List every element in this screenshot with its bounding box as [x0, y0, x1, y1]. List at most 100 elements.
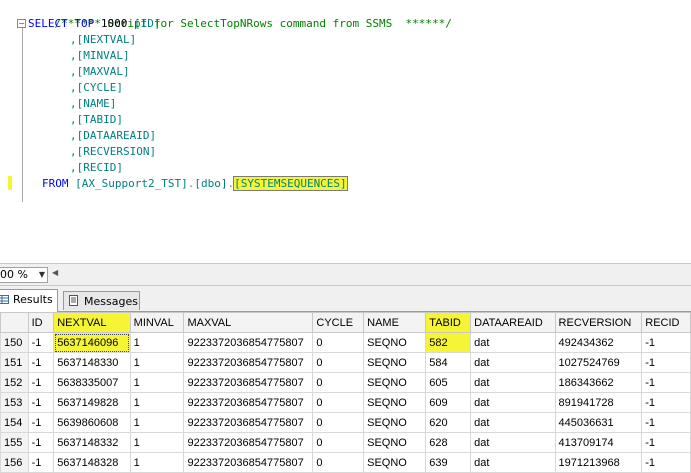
table-cell-recid[interactable]: -1: [641, 432, 691, 453]
table-row[interactable]: 154 -1 5639860608 1 9223372036854775807 0 SEQN…: [0, 412, 691, 433]
table-cell-nextval[interactable]: 5639860608: [53, 412, 131, 433]
table-cell-recversion[interactable]: 413709174: [554, 432, 643, 453]
table-cell-id[interactable]: -1: [27, 392, 55, 413]
table-cell-recid[interactable]: -1: [641, 392, 691, 413]
table-cell-recid[interactable]: -1: [641, 412, 691, 433]
table-cell-id[interactable]: -1: [27, 412, 55, 433]
table-cell-dataareaid[interactable]: dat: [470, 432, 556, 453]
table-cell-name[interactable]: SEQNO: [363, 372, 427, 393]
table-cell-nextval[interactable]: 5637148330: [53, 352, 131, 373]
row-number[interactable]: 151: [0, 352, 29, 373]
table-cell-tabid[interactable]: 609: [425, 392, 472, 413]
table-cell-minval[interactable]: 1: [129, 392, 185, 413]
tab-results[interactable]: Results: [0, 289, 58, 312]
tab-messages[interactable]: Messages: [63, 291, 140, 310]
table-cell-tabid[interactable]: 582: [425, 332, 472, 353]
table-cell-nextval[interactable]: 5638335007: [53, 372, 131, 393]
table-cell-dataareaid[interactable]: dat: [470, 372, 556, 393]
table-cell-cycle[interactable]: 0: [312, 372, 365, 393]
zoom-bar: 00 % ▼ ◀: [0, 263, 691, 286]
table-cell-nextval[interactable]: 5637149828: [53, 392, 131, 413]
table-cell-cycle[interactable]: 0: [312, 352, 365, 373]
table-cell-recversion[interactable]: 891941728: [554, 392, 643, 413]
table-cell-minval[interactable]: 1: [129, 372, 185, 393]
collapse-toggle-icon[interactable]: −: [17, 19, 26, 28]
table-cell-tabid[interactable]: 605: [425, 372, 472, 393]
scroll-left-arrow-icon[interactable]: ◀: [52, 268, 58, 277]
sql-editor[interactable]: − /****** Script for SelectTopNRows comm…: [0, 0, 691, 263]
table-row[interactable]: 152 -1 5638335007 1 9223372036854775807 0 SEQN…: [0, 372, 691, 393]
table-cell-minval[interactable]: 1: [129, 432, 185, 453]
row-number[interactable]: 154: [0, 412, 29, 433]
row-number[interactable]: 150: [0, 332, 29, 353]
table-cell-minval[interactable]: 1: [129, 352, 185, 373]
table-cell-tabid[interactable]: 584: [425, 352, 472, 373]
table-cell-name[interactable]: SEQNO: [363, 432, 427, 453]
table-cell-maxval[interactable]: 9223372036854775807: [183, 392, 314, 413]
table-cell-id[interactable]: -1: [27, 332, 55, 353]
sql-column: ,[RECVERSION]: [70, 145, 157, 158]
table-row[interactable]: 155 -1 5637148332 1 9223372036854775807 0 SEQN…: [0, 432, 691, 453]
table-cell-recversion[interactable]: 1027524769: [554, 352, 643, 373]
table-cell-maxval[interactable]: 9223372036854775807: [183, 432, 314, 453]
column-header-dataareaid[interactable]: DATAAREAID: [470, 312, 556, 333]
table-cell-maxval[interactable]: 9223372036854775807: [183, 332, 314, 353]
table-cell-recid[interactable]: -1: [641, 332, 691, 353]
table-cell-dataareaid[interactable]: dat: [470, 412, 556, 433]
table-cell-name[interactable]: SEQNO: [363, 332, 427, 353]
row-number[interactable]: 153: [0, 392, 29, 413]
table-cell-recversion[interactable]: 186343662: [554, 372, 643, 393]
table-cell-maxval[interactable]: 9223372036854775807: [183, 412, 314, 433]
sql-column-line: ,[CYCLE]: [70, 80, 123, 96]
table-row[interactable]: 153 -1 5637149828 1 9223372036854775807 0 SEQN…: [0, 392, 691, 413]
row-number-header[interactable]: [0, 312, 29, 333]
column-header-minval[interactable]: MINVAL: [129, 312, 185, 333]
column-header-maxval[interactable]: MAXVAL: [183, 312, 314, 333]
table-cell-dataareaid[interactable]: dat: [470, 352, 556, 373]
table-cell-recid[interactable]: -1: [641, 352, 691, 373]
column-header-id[interactable]: ID: [27, 312, 55, 333]
column-header-tabid[interactable]: TABID: [425, 312, 472, 333]
table-cell-nextval[interactable]: 5637148332: [53, 432, 131, 453]
top-keyword: TOP: [74, 17, 95, 30]
row-number[interactable]: 152: [0, 372, 29, 393]
table-row[interactable]: 150 -1 5637146096 1 9223372036854775807 0 SEQN…: [0, 332, 691, 353]
column-header-recversion[interactable]: RECVERSION: [554, 312, 643, 333]
table-cell-minval[interactable]: 1: [129, 412, 185, 433]
zoom-dropdown[interactable]: 00 % ▼: [0, 267, 48, 283]
table-cell-dataareaid[interactable]: dat: [470, 392, 556, 413]
table-cell-name[interactable]: SEQNO: [363, 352, 427, 373]
column-header-cycle[interactable]: CYCLE: [312, 312, 365, 333]
results-grid[interactable]: ID NEXTVAL MINVAL MAXVAL CYCLE NAME TABID DATAA…: [0, 311, 691, 473]
sql-column: ,[TABID]: [70, 113, 123, 126]
row-number[interactable]: 155: [0, 432, 29, 453]
column-header-nextval[interactable]: NEXTVAL: [53, 312, 131, 333]
table-cell-cycle[interactable]: 0: [312, 332, 365, 353]
sql-select-line: SELECT TOP 1000 [ID]: [28, 16, 161, 32]
messages-icon: [69, 295, 78, 306]
column-header-recid[interactable]: RECID: [641, 312, 691, 333]
table-row[interactable]: 151 -1 5637148330 1 9223372036854775807 0 SEQN…: [0, 352, 691, 373]
select-keyword: SELECT: [28, 17, 68, 30]
table-cell-recversion[interactable]: 445036631: [554, 412, 643, 433]
table-cell-id[interactable]: -1: [27, 372, 55, 393]
table-cell-name[interactable]: SEQNO: [363, 392, 427, 413]
sql-comment-line: /****** Script for SelectTopNRows comman…: [28, 0, 452, 30]
table-cell-dataareaid[interactable]: dat: [470, 332, 556, 353]
table-cell-maxval[interactable]: 9223372036854775807: [183, 352, 314, 373]
column-header-name[interactable]: NAME: [363, 312, 427, 333]
table-cell-maxval[interactable]: 9223372036854775807: [183, 372, 314, 393]
table-cell-cycle[interactable]: 0: [312, 412, 365, 433]
sql-column: ,[CYCLE]: [70, 81, 123, 94]
table-cell-recversion[interactable]: 492434362: [554, 332, 643, 353]
table-cell-tabid[interactable]: 620: [425, 412, 472, 433]
table-cell-minval[interactable]: 1: [129, 332, 185, 353]
table-cell-tabid[interactable]: 628: [425, 432, 472, 453]
table-cell-id[interactable]: -1: [27, 432, 55, 453]
table-cell-nextval[interactable]: 5637146096: [53, 332, 131, 353]
table-cell-cycle[interactable]: 0: [312, 432, 365, 453]
table-cell-cycle[interactable]: 0: [312, 392, 365, 413]
table-cell-id[interactable]: -1: [27, 352, 55, 373]
table-cell-name[interactable]: SEQNO: [363, 412, 427, 433]
table-cell-recid[interactable]: -1: [641, 372, 691, 393]
